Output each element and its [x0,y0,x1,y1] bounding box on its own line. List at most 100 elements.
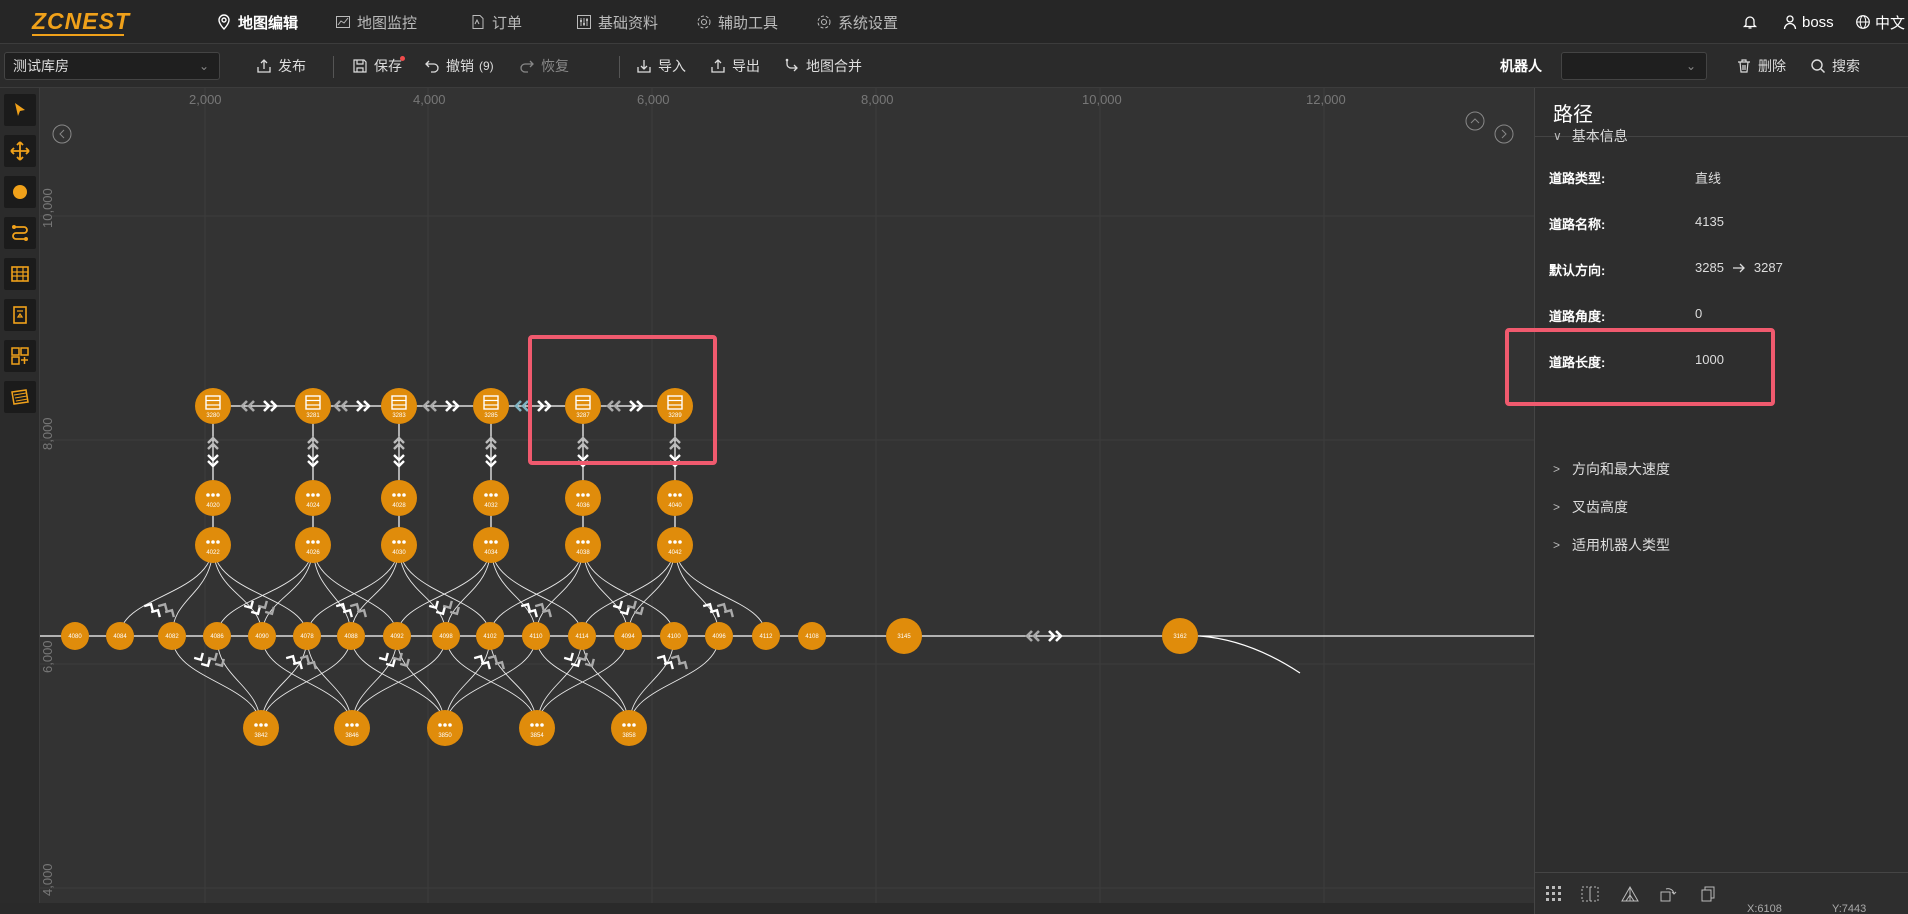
copy-icon[interactable] [1699,885,1717,903]
point-tool[interactable] [4,176,36,208]
export-button[interactable]: 导出 [710,44,760,88]
path-tool[interactable] [4,217,36,249]
map-merge-button[interactable]: 地图合并 [784,44,862,88]
nav-aux-tools[interactable]: 辅助工具 [696,0,778,44]
nav-map-monitor[interactable]: 地图监控 [335,0,417,44]
x-tick: 2,000 [189,92,222,107]
map-svg[interactable]: 2,000 4,000 6,000 8,000 10,000 12,000 10… [40,88,1534,903]
point-node[interactable]: 4096 [705,622,733,650]
node-label: 4026 [306,550,320,556]
point-node[interactable]: 4112 [752,622,780,650]
waypoint-node[interactable]: 4030 [381,527,417,563]
language-switch[interactable]: 中文 [1855,0,1905,44]
area-tool[interactable] [4,340,36,372]
import-button[interactable]: 导入 [636,44,686,88]
rotate-icon[interactable] [1659,885,1677,903]
point-node[interactable]: 4110 [522,622,550,650]
point-node[interactable]: 4098 [432,622,460,650]
section-fork-height[interactable]: > 叉齿高度 [1553,497,1628,517]
section-robot-types[interactable]: > 适用机器人类型 [1553,535,1670,555]
save-icon [353,59,367,73]
user-menu[interactable]: boss [1782,0,1834,44]
section-basic-info[interactable]: ∨ 基本信息 [1553,126,1628,146]
point-node[interactable]: 3145 [886,618,922,654]
waypoint-node[interactable]: 4022 [195,527,231,563]
waypoint-node[interactable]: 4032 [473,480,509,516]
collapse-left-icon[interactable] [52,124,72,144]
collapse-up-icon[interactable] [1465,111,1485,131]
node-label: 3162 [1173,634,1187,640]
search-button[interactable]: 搜索 [1810,44,1860,88]
waypoint-node[interactable]: 4034 [473,527,509,563]
point-node[interactable]: 4090 [248,622,276,650]
select-tool[interactable] [4,94,36,126]
point-node[interactable]: 4102 [476,622,504,650]
undo-button[interactable]: 撤销 (9) [424,44,494,88]
nav-system-settings[interactable]: 系统设置 [816,0,898,44]
curved-road[interactable] [312,544,398,637]
waypoint-node[interactable]: 3846 [334,710,370,746]
point-node[interactable]: 4084 [106,622,134,650]
point-node[interactable]: 4088 [337,622,365,650]
select-tool-icon [15,103,25,116]
y-tick: 10,000 [40,188,55,228]
redo-button[interactable]: 恢复 [519,44,569,88]
point-node[interactable]: 4108 [798,622,826,650]
point-node[interactable]: 4082 [158,622,186,650]
point-node[interactable]: 3162 [1162,618,1198,654]
layer-tool[interactable] [4,381,36,413]
shelf-node[interactable]: 3281 [295,388,331,424]
point-node[interactable]: 4086 [203,622,231,650]
select-area-icon[interactable] [1581,885,1599,903]
node-label: 3283 [392,413,406,419]
warehouse-select[interactable]: 测试库房 ⌄ [4,52,220,80]
map-canvas[interactable]: 2,000 4,000 6,000 8,000 10,000 12,000 10… [40,88,1534,903]
delete-button[interactable]: 删除 [1736,44,1786,88]
point-node[interactable]: 4100 [660,622,688,650]
waypoint-node[interactable]: 4042 [657,527,693,563]
waypoint-node[interactable]: 4028 [381,480,417,516]
redo-icon [520,60,534,73]
collapse-right-icon[interactable] [1494,124,1514,144]
grid-icon[interactable] [1545,885,1563,903]
curve-road[interactable] [1199,635,1301,674]
waypoint-node[interactable]: 3850 [427,710,463,746]
point-node[interactable]: 4114 [568,622,596,650]
direction-arrow-icon [619,606,630,616]
shelf-node[interactable]: 3280 [195,388,231,424]
save-button[interactable]: 保存 [352,44,405,88]
nav-map-edit[interactable]: 地图编辑 [216,0,298,44]
notification-button[interactable] [1742,0,1758,44]
curved-road[interactable] [119,544,214,637]
nav-label: 系统设置 [838,14,899,32]
shelf-node[interactable]: 3283 [381,388,417,424]
waypoint-node[interactable]: 3858 [611,710,647,746]
node-label: 3145 [897,634,911,640]
waypoint-node[interactable]: 4038 [565,527,601,563]
waypoint-node[interactable]: 4036 [565,480,601,516]
elevator-tool[interactable] [4,299,36,331]
node-label: 4096 [712,634,726,640]
shelf-tool[interactable] [4,258,36,290]
shelf-node[interactable]: 3285 [473,388,509,424]
point-node[interactable]: 4080 [61,622,89,650]
nav-orders[interactable]: 订单 [470,0,522,44]
waypoint-node[interactable]: 4040 [657,480,693,516]
robot-select[interactable]: ⌄ [1561,52,1707,80]
point-node[interactable]: 4094 [614,622,642,650]
triangle-icon[interactable] [1621,885,1639,903]
nav-basic-data[interactable]: 基础资料 [576,0,658,44]
waypoint-node[interactable]: 3842 [243,710,279,746]
waypoint-node[interactable]: 3854 [519,710,555,746]
point-node[interactable]: 4092 [383,622,411,650]
waypoint-node[interactable]: 4026 [295,527,331,563]
section-direction-speed[interactable]: > 方向和最大速度 [1553,459,1670,479]
node-label: 3846 [345,733,359,739]
move-tool[interactable] [4,135,36,167]
publish-button[interactable]: 发布 [256,44,306,88]
point-node[interactable]: 4078 [293,622,321,650]
waypoint-node[interactable]: 4024 [295,480,331,516]
node-label: 4090 [255,634,269,640]
chevron-right-icon: > [1553,462,1561,476]
waypoint-node[interactable]: 4020 [195,480,231,516]
